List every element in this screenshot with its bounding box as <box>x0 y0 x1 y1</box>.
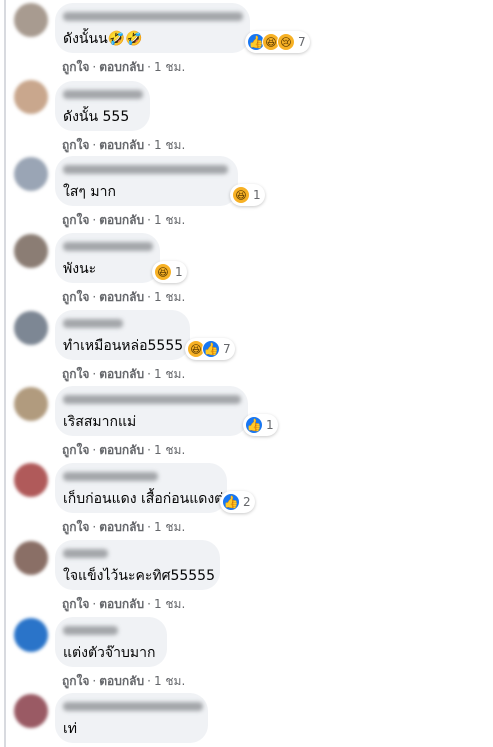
reply-link[interactable]: ตอบกลับ <box>99 138 144 152</box>
comment-text: แต่งตัวจ๊าบมาก <box>63 645 156 661</box>
reaction-count: 2 <box>243 495 251 509</box>
author-name-blurred[interactable] <box>63 549 108 558</box>
haha-icon: 😆 <box>154 263 172 281</box>
avatar[interactable] <box>14 541 48 575</box>
comment-actions: ถูกใจ · ตอบกลับ · 1 ชม. <box>62 60 186 74</box>
avatar[interactable] <box>14 311 48 345</box>
like-link[interactable]: ถูกใจ <box>62 443 89 457</box>
author-name-blurred[interactable] <box>63 165 228 174</box>
author-name-blurred[interactable] <box>63 90 143 99</box>
reaction-summary[interactable]: 😆 👍 7 <box>185 338 235 360</box>
haha-icon: 😆 <box>232 186 250 204</box>
reaction-count: 7 <box>298 35 306 49</box>
timestamp[interactable]: 1 ชม. <box>154 443 185 457</box>
timestamp[interactable]: 1 ชม. <box>154 60 185 74</box>
avatar[interactable] <box>14 234 48 268</box>
comment-text: ใสๆ มาก <box>63 184 116 200</box>
reply-link[interactable]: ตอบกลับ <box>99 60 144 74</box>
comment-bubble: ดังนั้น 555 <box>55 81 150 131</box>
timestamp[interactable]: 1 ชม. <box>154 138 185 152</box>
like-link[interactable]: ถูกใจ <box>62 674 89 688</box>
author-name-blurred[interactable] <box>63 12 243 21</box>
author-name-blurred[interactable] <box>63 395 241 404</box>
avatar[interactable] <box>14 387 48 421</box>
comment-bubble: เท่ <box>55 693 208 743</box>
reply-link[interactable]: ตอบกลับ <box>99 597 144 611</box>
comment-bubble: เริสสมากแม่ 👍 1 <box>55 386 278 436</box>
comment-bubble: ทำเหมือนหล่อ5555 😆 👍 7 <box>55 310 235 360</box>
like-link[interactable]: ถูกใจ <box>62 60 89 74</box>
comment-actions: ถูกใจ · ตอบกลับ · 1 ชม. <box>62 290 186 304</box>
like-link[interactable]: ถูกใจ <box>62 597 89 611</box>
sad-icon: 😢 <box>277 33 295 51</box>
author-name-blurred[interactable] <box>63 242 153 251</box>
comment-bubble: แต่งตัวจ๊าบมาก <box>55 617 167 667</box>
comment-text: เท่ <box>63 721 78 737</box>
like-link[interactable]: ถูกใจ <box>62 367 89 381</box>
like-link[interactable]: ถูกใจ <box>62 138 89 152</box>
like-icon: 👍 <box>245 416 263 434</box>
comment-bubble: ดังนั้นน🤣🤣 👍 😆 😢 7 <box>55 3 310 53</box>
comment-actions: ถูกใจ · ตอบกลับ · 1 ชม. <box>62 367 186 381</box>
like-icon: 👍 <box>222 493 240 511</box>
timestamp[interactable]: 1 ชม. <box>154 674 185 688</box>
reply-link[interactable]: ตอบกลับ <box>99 520 144 534</box>
reaction-summary[interactable]: 😆 1 <box>152 261 187 283</box>
comment-actions: ถูกใจ · ตอบกลับ · 1 ชม. <box>62 520 186 534</box>
comment-text: ใจแข็งไว้นะคะทิศ55555 <box>63 568 215 584</box>
avatar[interactable] <box>14 3 48 37</box>
comment-actions: ถูกใจ · ตอบกลับ · 1 ชม. <box>62 597 186 611</box>
comment-text: เริสสมากแม่ <box>63 414 137 430</box>
like-link[interactable]: ถูกใจ <box>62 290 89 304</box>
author-name-blurred[interactable] <box>63 702 203 711</box>
comment-actions: ถูกใจ · ตอบกลับ · 1 ชม. <box>62 674 186 688</box>
comment-text: ดังนั้นน🤣🤣 <box>63 31 143 47</box>
author-name-blurred[interactable] <box>63 319 123 328</box>
comment-bubble: เก็บก่อนแดง เสื้อก่อนแดงต่ะ 👍 2 <box>55 463 255 513</box>
timestamp[interactable]: 1 ชม. <box>154 367 185 381</box>
avatar[interactable] <box>14 618 48 652</box>
timestamp[interactable]: 1 ชม. <box>154 597 185 611</box>
reply-link[interactable]: ตอบกลับ <box>99 290 144 304</box>
thread-line <box>4 0 6 747</box>
comment-bubble: พังนะ 😆 1 <box>55 233 187 283</box>
comment-actions: ถูกใจ · ตอบกลับ · 1 ชม. <box>62 443 186 457</box>
reaction-count: 7 <box>223 342 231 356</box>
reaction-summary[interactable]: 😆 1 <box>230 184 265 206</box>
reply-link[interactable]: ตอบกลับ <box>99 674 144 688</box>
like-link[interactable]: ถูกใจ <box>62 520 89 534</box>
reaction-summary[interactable]: 👍 1 <box>243 414 278 436</box>
reply-link[interactable]: ตอบกลับ <box>99 367 144 381</box>
reaction-count: 1 <box>266 418 274 432</box>
comment-text: ดังนั้น 555 <box>63 109 130 125</box>
comment-actions: ถูกใจ · ตอบกลับ · 1 ชม. <box>62 138 186 152</box>
author-name-blurred[interactable] <box>63 626 118 635</box>
reaction-count: 1 <box>253 188 261 202</box>
timestamp[interactable]: 1 ชม. <box>154 520 185 534</box>
comment-text: ทำเหมือนหล่อ5555 <box>63 338 184 354</box>
avatar[interactable] <box>14 80 48 114</box>
reply-link[interactable]: ตอบกลับ <box>99 443 144 457</box>
avatar[interactable] <box>14 463 48 497</box>
avatar[interactable] <box>14 694 48 728</box>
reaction-summary[interactable]: 👍 😆 😢 7 <box>245 31 310 53</box>
avatar[interactable] <box>14 157 48 191</box>
author-name-blurred[interactable] <box>63 472 158 481</box>
comment-text: เก็บก่อนแดง เสื้อก่อนแดงต่ะ <box>63 491 231 507</box>
like-link[interactable]: ถูกใจ <box>62 213 89 227</box>
like-icon: 👍 <box>202 340 220 358</box>
comment-bubble: ใจแข็งไว้นะคะทิศ55555 <box>55 540 220 590</box>
timestamp[interactable]: 1 ชม. <box>154 290 185 304</box>
reply-link[interactable]: ตอบกลับ <box>99 213 144 227</box>
reaction-summary[interactable]: 👍 2 <box>220 491 255 513</box>
reaction-count: 1 <box>175 265 183 279</box>
comment-actions: ถูกใจ · ตอบกลับ · 1 ชม. <box>62 213 186 227</box>
comment-bubble: ใสๆ มาก 😆 1 <box>55 156 265 206</box>
comment-text: พังนะ <box>63 261 97 277</box>
timestamp[interactable]: 1 ชม. <box>154 213 185 227</box>
